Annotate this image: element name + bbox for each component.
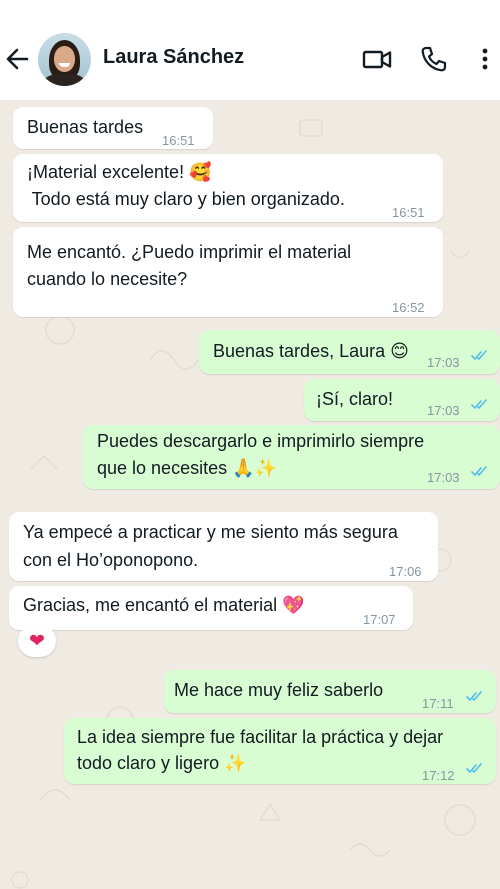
message-bubble-incoming[interactable]: Buenas tardes 16:51 [13,107,213,149]
message-bubble-outgoing[interactable]: ¡Sí, claro! 17:03 [304,379,500,421]
message-text: Me encantó. ¿Puedo imprimir el material [27,242,352,262]
double-check-read-icon [471,399,487,409]
phone-icon[interactable] [419,44,447,74]
message-text: ¡Sí, claro! [316,389,394,409]
message-text: Todo está muy claro y bien organizado. [27,189,345,209]
avatar[interactable] [38,33,91,86]
message-text: Buenas tardes, Laura 😊 [213,341,409,361]
message-text: Gracias, me encantó el material 💖 [23,595,305,615]
video-camera-icon[interactable] [362,44,392,74]
double-check-read-icon [471,466,487,476]
message-bubble-outgoing[interactable]: Puedes descargarlo e imprimirlo siempre … [83,425,500,489]
message-bubble-outgoing[interactable]: La idea siempre fue facilitar la práctic… [64,718,496,784]
message-text: cuando lo necesite? [27,269,188,289]
message-text: Buenas tardes [27,117,144,137]
message-bubble-incoming[interactable]: Gracias, me encantó el material 💖 17:07 [9,586,413,630]
double-check-read-icon [466,691,482,701]
message-bubble-incoming[interactable]: ¡Material excelente! 🥰 Todo está muy cla… [13,154,443,222]
message-time: 16:52 [392,300,425,315]
double-check-read-icon [471,350,487,360]
heart-reaction-icon[interactable]: ❤ [18,625,56,657]
message-time: 17:11 [422,696,454,711]
message-bubble-incoming[interactable]: Ya empecé a practicar y me siento más se… [9,512,438,581]
message-time: 17:03 [427,355,460,370]
message-time: 17:07 [363,612,396,627]
more-vertical-icon[interactable] [478,44,492,74]
message-text: Me hace muy feliz saberlo [174,680,384,700]
double-check-read-icon [466,763,482,773]
message-time: 16:51 [392,205,425,220]
chat-header: Laura Sánchez [0,0,500,100]
message-text: que lo necesites 🙏✨ [97,458,277,478]
message-text: Ya empecé a practicar y me siento más se… [23,522,398,542]
message-bubble-outgoing[interactable]: Me hace muy feliz saberlo 17:11 [164,670,496,713]
message-text: La idea siempre fue facilitar la práctic… [77,727,444,747]
message-text: con el Ho’oponopono. [23,550,199,570]
message-time: 16:51 [162,133,195,148]
message-time: 17:03 [427,403,460,418]
contact-name[interactable]: Laura Sánchez [103,46,244,69]
message-time: 17:03 [427,470,460,485]
message-text: Puedes descargarlo e imprimirlo siempre [97,431,425,451]
message-time: 17:06 [389,564,422,579]
message-text: todo claro y ligero ✨ [77,753,247,773]
message-bubble-incoming[interactable]: Me encantó. ¿Puedo imprimir el material … [13,227,443,317]
message-bubble-outgoing[interactable]: Buenas tardes, Laura 😊 17:03 [199,330,500,374]
message-text: ¡Material excelente! 🥰 [27,162,212,182]
message-time: 17:12 [422,768,455,783]
arrow-left-icon[interactable] [4,44,30,74]
